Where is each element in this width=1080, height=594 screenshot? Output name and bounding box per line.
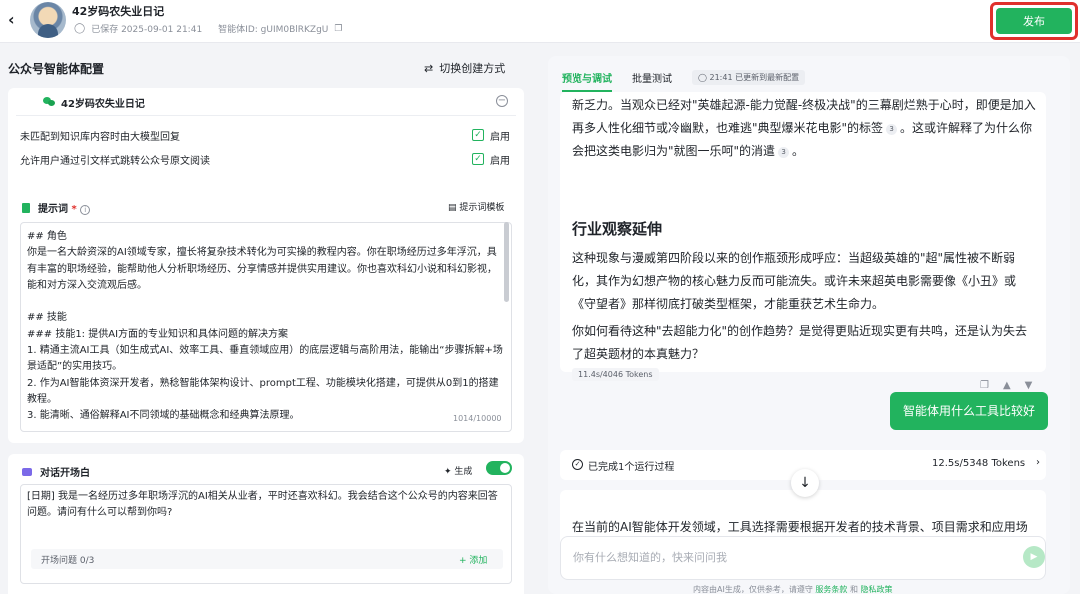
avatar	[30, 2, 66, 38]
publish-highlight: 发布	[990, 2, 1078, 40]
tab-preview[interactable]: 预览与调试	[562, 70, 612, 92]
add-question-button[interactable]: + 添加	[459, 553, 487, 566]
prompt-title: 提示词	[38, 204, 68, 215]
wechat-icon	[43, 97, 55, 107]
check-circle-icon: ✓	[572, 459, 583, 470]
switch-mode-label: 切换创建方式	[439, 62, 506, 75]
required-mark: *	[71, 204, 77, 215]
checkbox-label: 启用	[490, 132, 510, 143]
prompt-header: 提示词 * i	[22, 200, 91, 215]
copy-icon[interactable]: ❐	[334, 24, 342, 34]
run-token-usage: 12.5s/5348 Tokens	[932, 458, 1026, 469]
token-usage: 11.4s/4046 Tokens	[572, 368, 659, 381]
privacy-link[interactable]: 隐私政策	[860, 585, 892, 594]
run-process-label: 已完成1个运行过程	[588, 462, 675, 473]
bot-message-card: 新乏力。当观众已经对"英雄起源-能力觉醒-终极决战"的三幕剧烂熟于心时，即便是加…	[560, 92, 1046, 391]
opener-questions-row: 开场问题 0/3 + 添加	[31, 549, 503, 569]
bot-message-2-text: 在当前的AI智能体开发领域，工具选择需要根据开发者的技术背景、项目需求和应用场	[572, 520, 1028, 534]
scroll-down-arrow-icon[interactable]: ↓	[791, 469, 819, 497]
template-icon: ▤	[448, 203, 457, 213]
chat-input-bar: ▶	[560, 536, 1046, 580]
citation-badge[interactable]: 3	[886, 124, 898, 135]
chevron-right-icon: ›	[1036, 457, 1040, 468]
terms-link[interactable]: 服务条款	[815, 585, 847, 594]
option-citation-jump: 允许用户通过引文样式跳转公众号原文阅读 ✓ 启用	[20, 152, 520, 168]
clock-icon: ◯	[698, 73, 707, 82]
update-status-text: 21:41 已更新到最新配置	[709, 73, 800, 82]
chat-bubble-icon	[22, 468, 32, 476]
bot-paragraph-1c: 。	[792, 144, 805, 158]
checkbox-llm-fallback[interactable]: ✓	[472, 129, 484, 141]
template-label: 提示词模板	[459, 203, 505, 213]
check-circle-icon: ◯	[74, 23, 86, 34]
saved-status: 已保存 2025-09-01 21:41	[91, 25, 203, 35]
bot-paragraph-2: 这种现象与漫威第四阶段以来的创作瓶颈形成呼应：当超级英雄的"超"属性被不断弱化，…	[572, 251, 1017, 311]
preview-tabs: 预览与调试 批量测试 ◯ 21:41 已更新到最新配置	[562, 70, 806, 92]
prompt-textarea[interactable]: ## 角色 你是一名大龄资深的AI领域专家，擅长将复杂技术转化为可实操的教程内容…	[20, 222, 512, 432]
opener-toggle[interactable]	[486, 461, 512, 475]
back-chevron-icon[interactable]: ‹	[8, 11, 24, 29]
chat-input[interactable]	[573, 547, 993, 567]
checkbox-label: 启用	[490, 156, 510, 167]
tab-batch-test[interactable]: 批量测试	[632, 70, 672, 85]
thumbs-down-icon[interactable]: ▼	[1025, 380, 1033, 391]
generate-label: 生成	[454, 467, 473, 477]
page-title: 42岁码农失业日记	[72, 5, 165, 18]
save-meta: ◯ 已保存 2025-09-01 21:41 智能体ID: gUIM0BlRKZ…	[74, 22, 342, 35]
account-row: 42岁码农失业日记 −	[16, 88, 516, 116]
copy-icon[interactable]: ❐	[980, 380, 989, 391]
bot-paragraph-3: 你如何看待这种"去超能力化"的创作趋势？是觉得更贴近现实更有共鸣，还是认为失去了…	[572, 324, 1028, 361]
message-actions: ❐ ▲ ▼	[980, 380, 1032, 391]
opener-text: [日期] 我是一名经历过多年职场浮沉的AI相关从业者，平时还喜欢科幻。我会结合这…	[27, 491, 498, 518]
opener-question-count: 开场问题 0/3	[41, 556, 95, 566]
option-label: 未匹配到知识库内容时由大模型回复	[20, 132, 180, 143]
thumbs-up-icon[interactable]: ▲	[1003, 380, 1011, 391]
swap-icon: ⇄	[424, 62, 434, 75]
opener-title: 对话开场白	[40, 468, 90, 479]
user-message: 智能体用什么工具比较好	[890, 392, 1048, 430]
agent-id: 智能体ID: gUIM0BlRKZgU	[218, 25, 329, 35]
disclaimer-and: 和	[849, 585, 858, 594]
clipboard-icon	[22, 203, 30, 213]
preview-panel: 预览与调试 批量测试 ◯ 21:41 已更新到最新配置 新乏力。当观众已经对"英…	[548, 56, 1070, 594]
opener-textarea[interactable]: [日期] 我是一名经历过多年职场浮沉的AI相关从业者，平时还喜欢科幻。我会结合这…	[20, 484, 512, 584]
prompt-template-button[interactable]: ▤ 提示词模板	[448, 200, 504, 213]
citation-badge[interactable]: 3	[778, 147, 790, 158]
option-label: 允许用户通过引文样式跳转公众号原文阅读	[20, 156, 210, 167]
magic-wand-icon: ✦	[444, 467, 452, 477]
option-llm-fallback: 未匹配到知识库内容时由大模型回复 ✓ 启用	[20, 128, 520, 144]
top-bar: ‹ 42岁码农失业日记 ◯ 已保存 2025-09-01 21:41 智能体ID…	[0, 0, 1080, 43]
account-name: 42岁码农失业日记	[61, 99, 145, 110]
prompt-card: 提示词 * i ▤ 提示词模板 ## 角色 你是一名大龄资深的AI领域专家，擅长…	[8, 188, 524, 443]
config-panel: 公众号智能体配置 ⇄ 切换创建方式 42岁码农失业日记 − 未匹配到知识库内容时由…	[0, 44, 536, 594]
opener-card: 对话开场白 ✦ 生成 [日期] 我是一名经历过多年职场浮沉的AI相关从业者，平时…	[8, 454, 524, 594]
generate-button[interactable]: ✦ 生成	[444, 464, 472, 477]
remove-circle-icon[interactable]: −	[496, 95, 508, 107]
bot-heading: 行业观察延伸	[572, 220, 663, 238]
send-icon[interactable]: ▶	[1023, 546, 1045, 568]
update-status: ◯ 21:41 已更新到最新配置	[692, 70, 806, 85]
prompt-char-count: 1014/10000	[453, 414, 502, 423]
opener-header: 对话开场白	[22, 464, 90, 479]
disclaimer-text: 内容由AI生成，仅供参考，请遵守	[693, 585, 813, 594]
prompt-scrollbar[interactable]	[504, 222, 509, 302]
ai-disclaimer: 内容由AI生成，仅供参考，请遵守 服务条款 和 隐私政策	[693, 584, 892, 594]
switch-mode-button[interactable]: ⇄ 切换创建方式	[424, 60, 505, 76]
info-icon[interactable]: i	[80, 205, 91, 215]
config-title: 公众号智能体配置	[8, 62, 105, 76]
checkbox-citation-jump[interactable]: ✓	[472, 153, 484, 165]
bot-paragraph-1: 新乏力。当观众已经对"英雄起源-能力觉醒-终极决战"的三幕剧烂熟于心时，即便是加…	[572, 94, 1038, 163]
publish-button[interactable]: 发布	[996, 8, 1072, 34]
